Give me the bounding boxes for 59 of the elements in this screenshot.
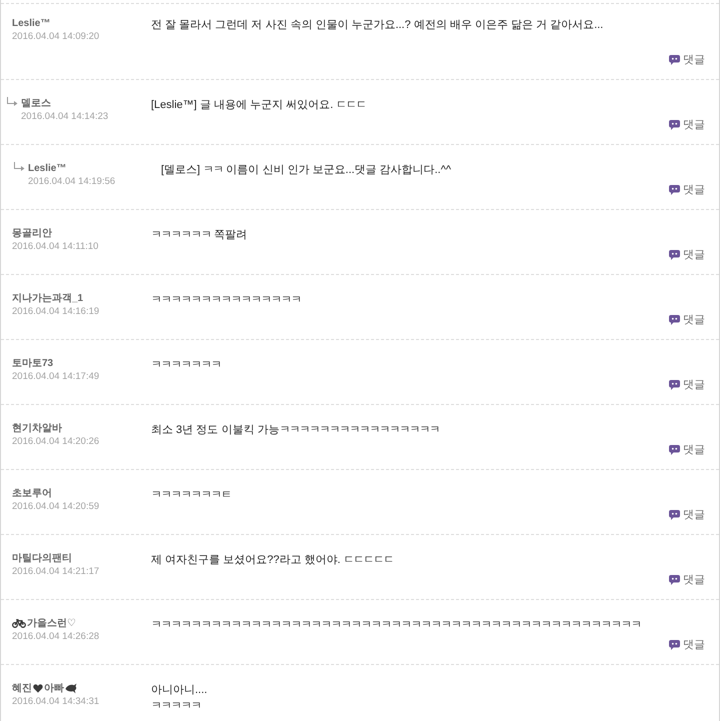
comment-date: 2016.04.04 14:19:56 (28, 175, 116, 188)
comment-text: [델로스] ㅋㅋ 이름이 신비 인가 보군요...댓글 감사합니다..^^ (161, 163, 452, 178)
author-name: 초보루어 (12, 487, 52, 500)
comment-text: ㅋㅋㅋㅋㅋㅋㅋㅌ (151, 488, 232, 503)
speech-bubble-icon (669, 445, 680, 455)
reply-arrow-icon (13, 162, 25, 172)
comment-date: 2016.04.04 14:17:49 (12, 370, 100, 383)
comment-date: 2016.04.04 14:09:20 (12, 30, 100, 43)
reply-button[interactable]: 댓글 (669, 119, 705, 131)
comment-date: 2016.04.04 14:16:19 (12, 305, 100, 318)
reply-button[interactable]: 댓글 (669, 639, 705, 651)
speech-bubble-icon (669, 315, 680, 325)
comment-date: 2016.04.04 14:26:28 (12, 630, 100, 643)
comment-text: ㅋㅋㅋㅋㅋㅋㅋㅋㅋㅋㅋㅋㅋㅋㅋㅋㅋㅋㅋㅋㅋㅋㅋㅋㅋㅋㅋㅋㅋㅋㅋㅋㅋㅋㅋㅋㅋㅋㅋㅋㅋㅋㅋㅋㅋㅋㅋㅋㅋ (151, 618, 642, 633)
comment-text: 전 잘 몰라서 그런데 저 사진 속의 인물이 누군가요...? 예전의 배우 이은주 닮은 거 같아서요... (151, 18, 604, 33)
author-name: 가을스런♡ (27, 617, 76, 630)
reply-button[interactable]: 댓글 (669, 444, 705, 456)
comment-date: 2016.04.04 14:14:23 (21, 110, 110, 123)
comment-text: 아니아니.... ㅋㅋㅋㅋㅋ (151, 683, 208, 714)
bicycle-icon (12, 619, 26, 628)
speech-bubble-icon (669, 120, 680, 130)
author-name: 아빠 (44, 682, 64, 695)
author-name: Leslie™ (12, 17, 50, 30)
speech-bubble-icon (669, 55, 680, 65)
reply-button[interactable]: 댓글 (669, 379, 705, 391)
comment-date: 2016.04.04 14:34:31 (12, 695, 100, 708)
author-name: 지나가는과객_1 (12, 292, 84, 305)
reply-button[interactable]: 댓글 (669, 509, 705, 521)
fish-icon (65, 683, 77, 694)
reply-arrow-icon (6, 97, 18, 107)
comment-date: 2016.04.04 14:20:59 (12, 500, 100, 513)
speech-bubble-icon (669, 640, 680, 650)
comment-date: 2016.04.04 14:21:17 (12, 565, 100, 578)
speech-bubble-icon (669, 185, 680, 195)
comment-text: ㅋㅋㅋㅋㅋㅋㅋㅋㅋㅋㅋㅋㅋㅋㅋ (151, 293, 302, 308)
reply-button[interactable]: 댓글 (669, 249, 705, 261)
author-name: 현기차알바 (12, 422, 62, 435)
reply-button[interactable]: 댓글 (669, 54, 705, 66)
author-name: 델로스 (21, 97, 51, 110)
author-name: 마틸다의팬티 (12, 552, 72, 565)
comment-text: 제 여자친구를 보셨어요??라고 했어야. ㄷㄷㄷㄷㄷ (151, 553, 395, 568)
reply-button[interactable]: 댓글 (669, 574, 705, 586)
comment-text: [Leslie™] 글 내용에 누군지 써있어요. ㄷㄷㄷ (151, 98, 368, 113)
heart-icon (33, 684, 43, 693)
comment-text: 최소 3년 정도 이불킥 가능ㅋㅋㅋㅋㅋㅋㅋㅋㅋㅋㅋㅋㅋㅋㅋㅋ (151, 423, 440, 438)
speech-bubble-icon (669, 575, 680, 585)
speech-bubble-icon (669, 380, 680, 390)
comment-text: ㅋㅋㅋㅋㅋㅋ 쪽팔려 (151, 228, 248, 243)
author-name: 혜진 (12, 682, 32, 695)
author-name: 토마토73 (12, 357, 54, 370)
author-name: Leslie™ (28, 162, 66, 175)
comment-date: 2016.04.04 14:11:10 (12, 240, 100, 253)
reply-button[interactable]: 댓글 (669, 184, 705, 196)
speech-bubble-icon (669, 510, 680, 520)
comment-text: ㅋㅋㅋㅋㅋㅋㅋ (151, 358, 222, 373)
author-name: 몽골리안 (12, 227, 52, 240)
speech-bubble-icon (669, 250, 680, 260)
reply-button[interactable]: 댓글 (669, 314, 705, 326)
comment-date: 2016.04.04 14:20:26 (12, 435, 100, 448)
